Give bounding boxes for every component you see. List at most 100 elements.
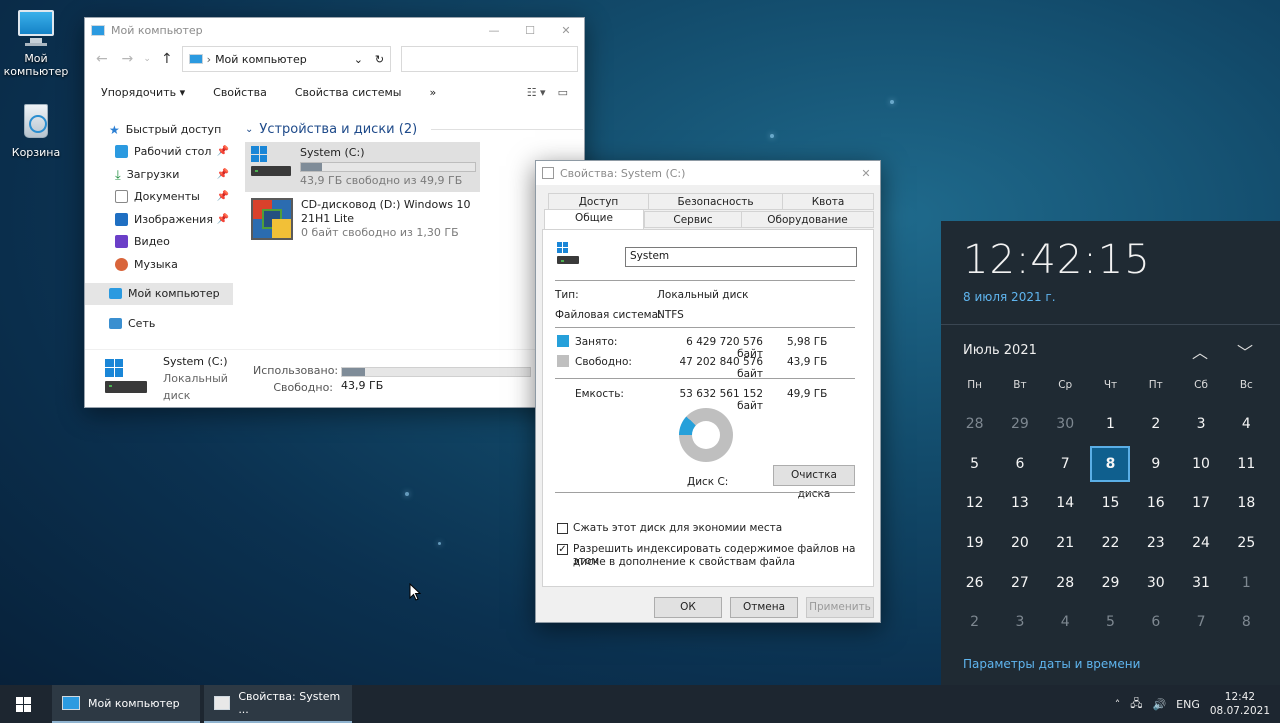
chevron-down-icon[interactable]: ⌄ [354, 53, 363, 66]
cancel-button[interactable]: Отмена [730, 597, 798, 618]
calendar-day[interactable]: 3 [997, 602, 1042, 642]
calendar-day[interactable]: 4 [1043, 602, 1088, 642]
calendar-day[interactable]: 17 [1178, 483, 1223, 523]
tab-sharing[interactable]: Доступ [548, 193, 649, 210]
index-checkbox[interactable]: ✓ [557, 544, 568, 555]
ok-button[interactable]: ОК [654, 597, 722, 618]
volume-name-input[interactable]: System [625, 247, 857, 267]
refresh-icon[interactable]: ↻ [375, 53, 384, 66]
desktop-icon-my-computer[interactable]: Мой компьютер [0, 8, 72, 78]
recent-chevron-icon[interactable]: ⌄ [142, 54, 152, 64]
minimize-button[interactable]: — [476, 24, 512, 37]
chevron-up-icon[interactable]: ︿ [1192, 339, 1208, 363]
tab-tools[interactable]: Сервис [644, 211, 742, 228]
show-hidden-icons-icon[interactable]: ˄ [1115, 698, 1121, 711]
calendar-day[interactable]: 8 [1224, 602, 1269, 642]
network-icon[interactable]: 🖧 [1130, 695, 1142, 714]
nav-item-documents[interactable]: Документы 📌 [85, 186, 233, 209]
system-properties-button[interactable]: Свойства системы [295, 86, 402, 99]
apply-button[interactable]: Применить [806, 597, 874, 618]
calendar-day[interactable]: 10 [1178, 444, 1223, 484]
calendar-day[interactable]: 23 [1133, 523, 1178, 563]
calendar-day[interactable]: 30 [1043, 404, 1088, 444]
close-button[interactable]: ✕ [548, 24, 584, 37]
calendar-day[interactable]: 16 [1133, 483, 1178, 523]
nav-item-desktop[interactable]: Рабочий стол 📌 [85, 141, 233, 164]
calendar-day[interactable]: 12 [952, 483, 997, 523]
tab-security[interactable]: Безопасность [648, 193, 783, 210]
calendar-day[interactable]: 9 [1133, 444, 1178, 484]
calendar-day[interactable]: 29 [997, 404, 1042, 444]
calendar-day[interactable]: 5 [1088, 602, 1133, 642]
calendar-day[interactable]: 28 [952, 404, 997, 444]
address-bar[interactable]: › Мой компьютер ⌄ ↻ [181, 46, 392, 72]
date-time-settings-link[interactable]: Параметры даты и времени [963, 657, 1140, 671]
calendar-day[interactable]: 7 [1043, 444, 1088, 484]
preview-pane-icon[interactable]: ▭ [558, 86, 568, 99]
calendar-day[interactable]: 6 [1133, 602, 1178, 642]
calendar-day[interactable]: 20 [997, 523, 1042, 563]
properties-dialog[interactable]: Свойства: System (C:) ✕ Доступ Безопасно… [535, 160, 881, 623]
calendar-day[interactable]: 27 [997, 563, 1042, 603]
calendar-day[interactable]: 13 [997, 483, 1042, 523]
taskbar-item-explorer[interactable]: Мой компьютер [52, 685, 200, 723]
organize-button[interactable]: Упорядочить ▾ [101, 86, 185, 99]
calendar-month[interactable]: Июль 2021 [963, 343, 1037, 358]
calendar-day[interactable]: 11 [1224, 444, 1269, 484]
calendar-day[interactable]: 14 [1043, 483, 1088, 523]
calendar-day[interactable]: 19 [952, 523, 997, 563]
forward-arrow-icon[interactable]: → [117, 51, 139, 67]
nav-my-computer[interactable]: Мой компьютер [85, 282, 233, 305]
compress-checkbox[interactable] [557, 523, 568, 534]
calendar-day[interactable]: 28 [1043, 563, 1088, 603]
calendar-day[interactable]: 26 [952, 563, 997, 603]
disk-cleanup-button[interactable]: Очистка диска [773, 465, 855, 500]
calendar-day[interactable]: 1 [1224, 563, 1269, 603]
volume-icon[interactable]: 🔊 [1152, 698, 1166, 711]
calendar-day-today[interactable]: 8 [1088, 444, 1133, 484]
calendar-day[interactable]: 7 [1178, 602, 1223, 642]
explorer-titlebar[interactable]: Мой компьютер — ☐ ✕ [85, 18, 584, 42]
tab-hardware[interactable]: Оборудование [741, 211, 874, 228]
close-button[interactable]: ✕ [852, 167, 880, 180]
maximize-button[interactable]: ☐ [512, 24, 548, 37]
drive-d[interactable]: CD-дисковод (D:) Windows 10 21H1 Lite 0 … [245, 194, 583, 244]
language-indicator[interactable]: ENG [1176, 698, 1200, 711]
tab-general[interactable]: Общие [544, 209, 644, 229]
calendar-day[interactable]: 21 [1043, 523, 1088, 563]
calendar-day[interactable]: 1 [1088, 404, 1133, 444]
properties-button[interactable]: Свойства [213, 86, 267, 99]
drive-c[interactable]: System (C:) 43,9 ГБ свободно из 49,9 ГБ [245, 142, 480, 192]
calendar-day[interactable]: 2 [952, 602, 997, 642]
calendar-day[interactable]: 25 [1224, 523, 1269, 563]
flyout-date-link[interactable]: 8 июля 2021 г. [963, 290, 1056, 304]
search-input[interactable] [401, 46, 578, 72]
calendar-day[interactable]: 18 [1224, 483, 1269, 523]
more-commands-button[interactable]: » [430, 86, 437, 99]
nav-item-pictures[interactable]: Изображения 📌 [85, 208, 233, 231]
calendar-day[interactable]: 4 [1224, 404, 1269, 444]
nav-item-downloads[interactable]: ⤓ Загрузки 📌 [85, 163, 233, 186]
taskbar-item-properties[interactable]: Свойства: System ... [204, 685, 352, 723]
calendar-day[interactable]: 5 [952, 444, 997, 484]
calendar-day[interactable]: 2 [1133, 404, 1178, 444]
calendar-day[interactable]: 6 [997, 444, 1042, 484]
tab-quota[interactable]: Квота [782, 193, 874, 210]
back-arrow-icon[interactable]: ← [91, 51, 113, 67]
calendar-day[interactable]: 24 [1178, 523, 1223, 563]
explorer-window[interactable]: Мой компьютер — ☐ ✕ ← → ⌄ ↑ › Мой компью… [84, 17, 585, 408]
desktop-icon-recycle-bin[interactable]: Корзина [0, 102, 72, 159]
nav-item-videos[interactable]: Видео [85, 231, 233, 254]
group-header[interactable]: ⌄ Устройства и диски (2) [245, 118, 583, 140]
nav-network[interactable]: Сеть [85, 312, 233, 335]
up-arrow-icon[interactable]: ↑ [156, 51, 178, 67]
chevron-down-icon[interactable]: ﹀ [1237, 339, 1253, 363]
calendar-day[interactable]: 3 [1178, 404, 1223, 444]
taskbar-clock[interactable]: 12:42 08.07.2021 [1210, 690, 1270, 718]
nav-quick-access[interactable]: ★ Быстрый доступ [85, 118, 233, 141]
calendar-day[interactable]: 15 [1088, 483, 1133, 523]
calendar-day[interactable]: 22 [1088, 523, 1133, 563]
calendar-day[interactable]: 30 [1133, 563, 1178, 603]
calendar-day[interactable]: 31 [1178, 563, 1223, 603]
dialog-titlebar[interactable]: Свойства: System (C:) ✕ [536, 161, 880, 185]
